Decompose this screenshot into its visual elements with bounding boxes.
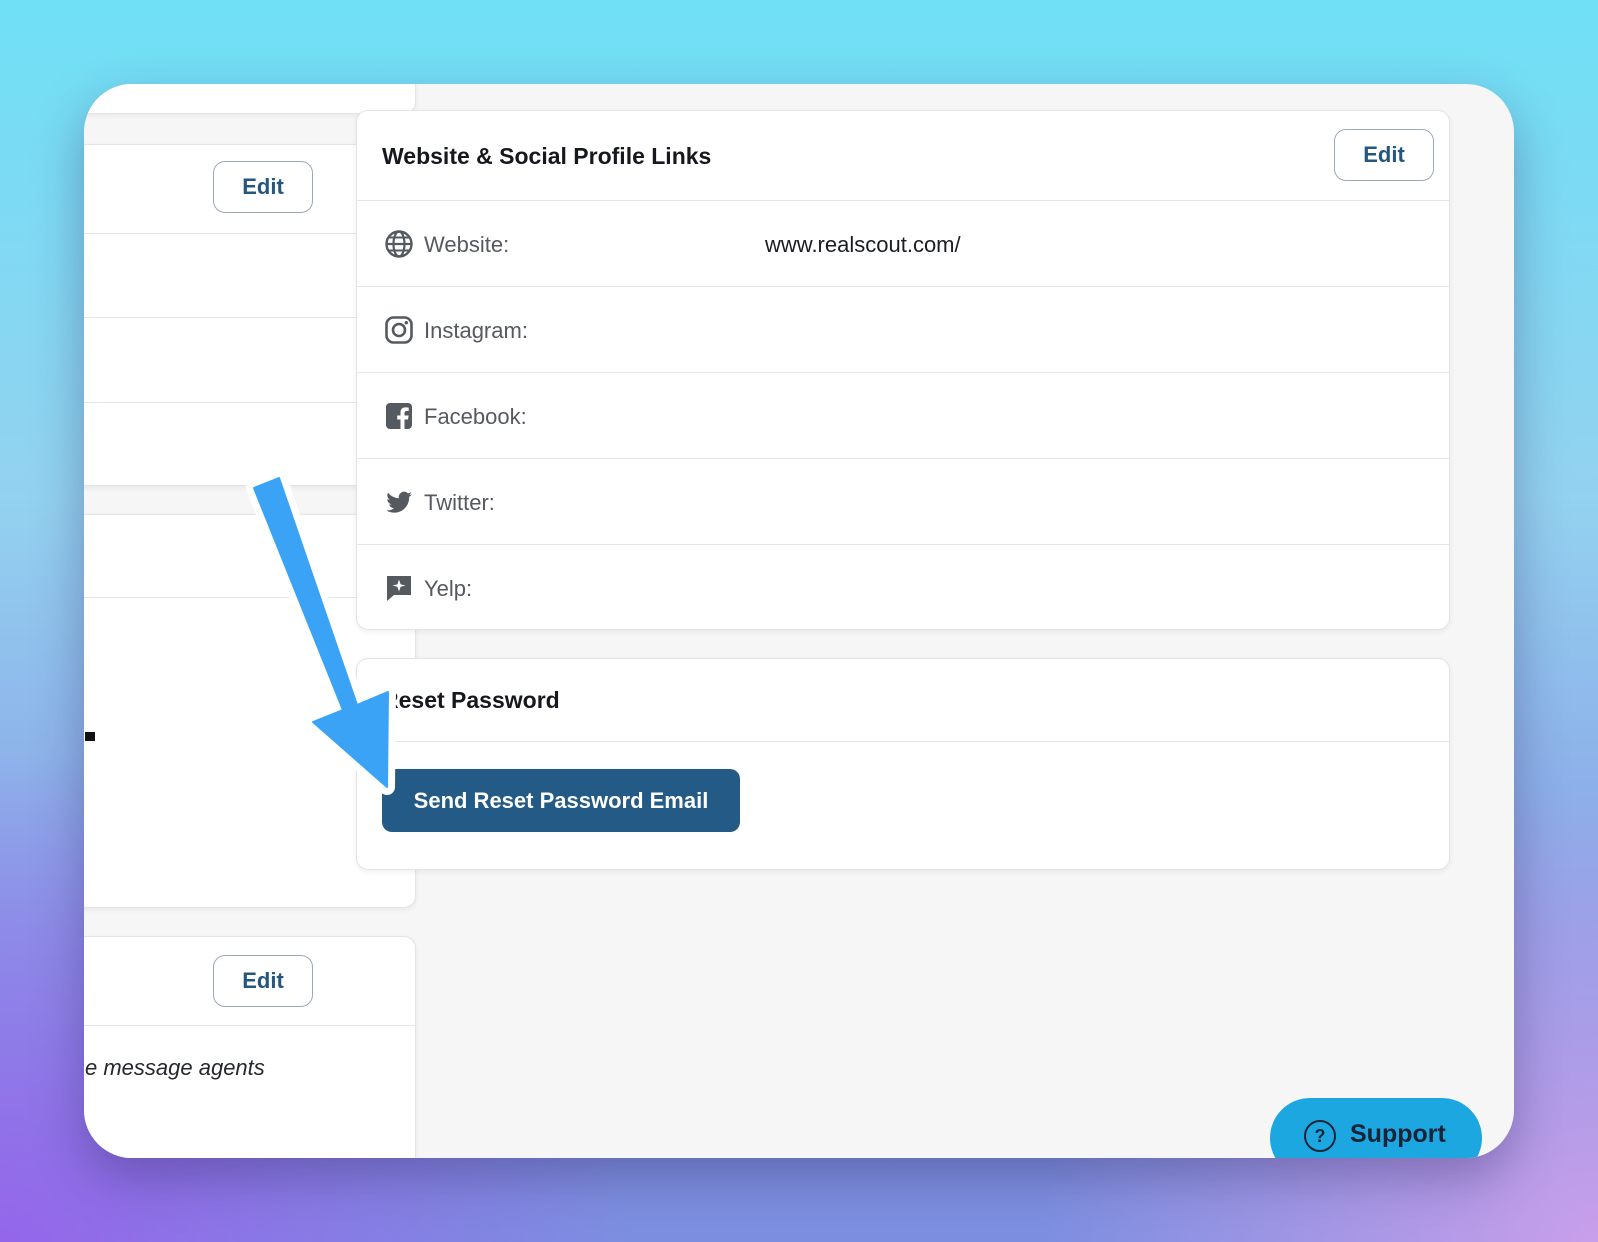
facebook-icon <box>386 403 412 429</box>
website-row: Website: www.realscout.com/ <box>357 201 1449 287</box>
send-reset-password-email-button[interactable]: Send Reset Password Email <box>382 769 740 832</box>
support-label: Support <box>1350 1120 1446 1148</box>
twitter-row: Twitter: <box>357 459 1449 545</box>
facebook-label: Facebook: <box>424 404 527 429</box>
globe-icon <box>385 230 413 258</box>
divider <box>84 1025 415 1026</box>
instagram-icon <box>385 316 413 344</box>
edit-button-left-card[interactable]: Edit <box>213 161 313 213</box>
question-circle-icon: ? <box>1304 1120 1336 1152</box>
website-label: Website: <box>424 232 510 257</box>
reset-password-title: Reset Password <box>382 687 560 713</box>
app-window: Edit Edit e message agents Website & Soc… <box>84 84 1514 1158</box>
left-card-bottom: Edit e message agents <box>84 936 416 1158</box>
message-agents-text: e message agents <box>85 1055 265 1080</box>
twitter-label: Twitter: <box>424 490 495 515</box>
edit-social-links-button[interactable]: Edit <box>1334 129 1434 181</box>
support-button[interactable]: ? Support <box>1270 1098 1482 1158</box>
website-value[interactable]: www.realscout.com/ <box>765 232 961 258</box>
cropped-glyph <box>85 732 95 741</box>
edit-button-bottom-card[interactable]: Edit <box>213 955 313 1007</box>
reset-password-card: Reset Password Send Reset Password Email <box>356 658 1450 870</box>
divider <box>357 741 1449 742</box>
twitter-icon <box>386 491 412 513</box>
instagram-row: Instagram: <box>357 287 1449 373</box>
yelp-label: Yelp: <box>424 576 473 601</box>
yelp-row: Yelp: <box>357 545 1449 631</box>
yelp-icon <box>387 576 411 601</box>
social-links-card: Website & Social Profile Links Edit Webs… <box>356 110 1450 630</box>
facebook-row: Facebook: <box>357 373 1449 459</box>
social-links-title: Website & Social Profile Links <box>382 143 712 169</box>
instagram-label: Instagram: <box>424 318 528 343</box>
